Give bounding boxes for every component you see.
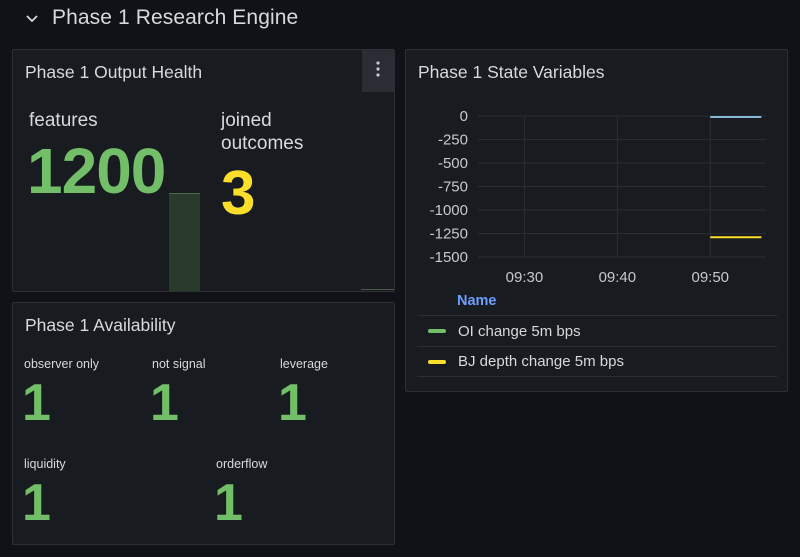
availability-value-leverage: 1 <box>278 374 307 432</box>
availability-value-orderflow: 1 <box>214 474 243 532</box>
panel-menu-button[interactable] <box>362 50 394 92</box>
features-value: 1200 <box>27 135 166 207</box>
features-label: features <box>29 110 98 131</box>
x-tick-label: 09:40 <box>599 269 637 285</box>
y-tick-label: -500 <box>438 155 468 172</box>
legend-swatch-green <box>428 329 446 333</box>
y-tick-label: 0 <box>460 108 468 125</box>
availability-value-not-signal: 1 <box>150 374 179 432</box>
joined-outcomes-label-line1: joined <box>221 110 272 131</box>
legend-header-name[interactable]: Name <box>457 293 497 309</box>
state-variables-panel: Phase 1 State Variables 0 -250 -500 -750 -10… <box>405 49 788 392</box>
legend-swatch-yellow <box>428 359 446 364</box>
y-tick-label: -250 <box>438 132 468 149</box>
legend-label: BJ depth change 5m bps <box>458 353 624 370</box>
joined-outcomes-value: 3 <box>221 159 256 228</box>
availability-label-observer-only: observer only <box>24 357 100 371</box>
x-tick-label: 09:30 <box>506 269 544 285</box>
y-tick-label: -1000 <box>430 202 468 219</box>
availability-panel: Phase 1 Availability observer only 1 not… <box>12 302 395 545</box>
availability-value-observer-only: 1 <box>22 374 51 432</box>
panel-title: Phase 1 Output Health <box>25 62 203 82</box>
chevron-down-icon[interactable] <box>24 11 40 27</box>
legend-item-oi-change[interactable]: OI change 5m bps <box>417 315 777 346</box>
availability-label-not-signal: not signal <box>152 357 206 371</box>
features-sparkline-bar <box>169 193 200 291</box>
legend-item-bj-depth-change[interactable]: BJ depth change 5m bps <box>417 346 777 377</box>
availability-label-leverage: leverage <box>280 357 328 371</box>
legend-label: OI change 5m bps <box>458 322 581 340</box>
availability-label-liquidity: liquidity <box>24 457 66 471</box>
availability-value-liquidity: 1 <box>22 474 51 532</box>
y-tick-label: -1500 <box>430 249 468 266</box>
state-variables-chart[interactable]: 0 -250 -500 -750 -1000 -1250 -1500 09:30 09:40 09… <box>406 50 787 285</box>
panel-title: Phase 1 Availability <box>25 315 176 335</box>
output-health-panel: Phase 1 Output Health features 1200 join… <box>12 49 395 292</box>
joined-outcomes-sparkline <box>361 289 394 290</box>
dashboard-row-header[interactable]: Phase 1 Research Engine <box>0 0 800 38</box>
y-tick-label: -750 <box>438 179 468 196</box>
more-vertical-icon <box>376 60 380 82</box>
row-title: Phase 1 Research Engine <box>52 6 299 29</box>
availability-label-orderflow: orderflow <box>216 457 268 471</box>
y-tick-label: -1250 <box>430 226 468 243</box>
x-tick-label: 09:50 <box>691 269 729 285</box>
joined-outcomes-label-line2: outcomes <box>221 133 304 154</box>
